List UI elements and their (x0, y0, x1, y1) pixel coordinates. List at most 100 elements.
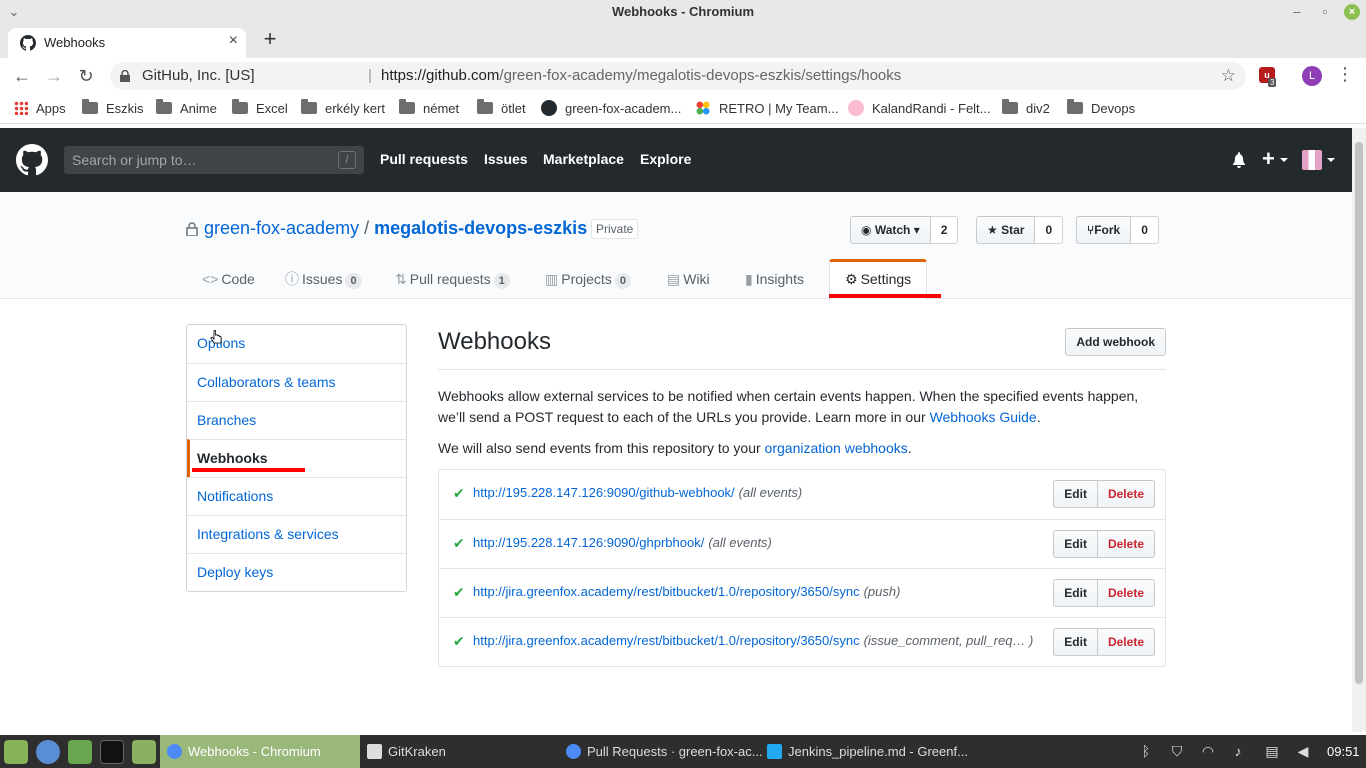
browser-menu-icon[interactable]: ⋮ (1336, 64, 1354, 85)
taskbar-window-gitkraken[interactable]: GitKraken (360, 735, 558, 768)
browser-tab[interactable]: Webhooks × (8, 28, 246, 58)
delete-button[interactable]: Delete (1097, 530, 1155, 558)
scrollbar-thumb[interactable] (1355, 142, 1363, 684)
tab-wiki[interactable]: ▤ Wiki (667, 259, 710, 299)
taskbar-window-pull-requests[interactable]: Pull Requests · green-fox-ac... (559, 735, 763, 768)
address-bar[interactable]: GitHub, Inc. [US] | https://github.com/g… (110, 62, 1246, 90)
notifications-bell-icon[interactable] (1232, 152, 1246, 168)
create-new-icon[interactable]: + (1262, 146, 1275, 172)
tab-close-icon[interactable]: × (229, 32, 238, 50)
nav-explore[interactable]: Explore (640, 151, 691, 167)
sidebar-item-notifications[interactable]: Notifications (187, 477, 406, 515)
nav-marketplace[interactable]: Marketplace (543, 151, 624, 167)
webhook-row: ✔ http://195.228.147.126:9090/ghprbhook/… (439, 519, 1165, 568)
sidebar-item-deploy-keys[interactable]: Deploy keys (187, 553, 406, 591)
terminal-icon[interactable] (100, 740, 124, 764)
bluetooth-icon[interactable]: ᛒ (1138, 743, 1154, 759)
maximize-icon[interactable]: ▫ (1315, 0, 1335, 24)
notifications-icon[interactable]: ♪ (1230, 743, 1246, 759)
eye-icon: ◉ (861, 223, 875, 237)
bookmark-kalandrandi[interactable]: KalandRandi - Felt... (848, 100, 991, 118)
edit-button[interactable]: Edit (1053, 530, 1098, 558)
star-label: Star (1001, 223, 1025, 237)
profile-avatar[interactable]: L (1302, 66, 1322, 86)
volume-icon[interactable]: ◀ (1295, 743, 1311, 759)
bookmark-retro[interactable]: RETRO | My Team... (695, 100, 838, 118)
delete-button[interactable]: Delete (1097, 579, 1155, 607)
minimize-icon[interactable]: – (1287, 0, 1307, 24)
bookmark-github[interactable]: green-fox-academ... (541, 100, 681, 118)
bookmark-folder[interactable]: Excel (232, 99, 288, 118)
taskbar-window-chromium[interactable]: Webhooks - Chromium (160, 735, 360, 768)
chromium-launcher-icon[interactable] (36, 740, 60, 764)
webhook-events: (issue_comment, pull_req… ) (863, 633, 1034, 648)
check-icon: ✔ (453, 584, 465, 600)
nav-issues[interactable]: Issues (484, 151, 528, 167)
clipboard-icon[interactable]: ▤ (1264, 743, 1280, 759)
apps-grid-icon (14, 101, 28, 115)
page-scrollbar[interactable] (1352, 128, 1366, 732)
fork-button[interactable]: ⑂Fork (1076, 216, 1132, 244)
forward-icon[interactable]: → (42, 64, 66, 88)
bookmark-folder[interactable]: Devops (1067, 99, 1135, 118)
bookmark-folder[interactable]: Anime (156, 99, 217, 118)
star-count[interactable]: 0 (1035, 216, 1064, 244)
bookmark-folder[interactable]: német (399, 99, 459, 118)
github-logo-icon[interactable] (16, 144, 48, 176)
url-text[interactable]: https://github.com/green-fox-academy/meg… (381, 62, 901, 90)
new-tab-button[interactable]: + (258, 26, 282, 52)
fork-count[interactable]: 0 (1131, 216, 1159, 244)
close-window-icon[interactable]: × (1344, 4, 1360, 20)
reload-icon[interactable]: ↻ (74, 64, 98, 88)
edit-button[interactable]: Edit (1053, 628, 1098, 656)
bookmark-folder[interactable]: erkély kert (301, 99, 385, 118)
sidebar-item-branches[interactable]: Branches (187, 401, 406, 439)
nav-pull-requests[interactable]: Pull requests (380, 151, 468, 167)
watch-button[interactable]: ◉ Watch ▾ (850, 216, 931, 244)
hand-cursor-icon (210, 330, 222, 344)
window-menu-icon[interactable]: ⌄ (4, 0, 24, 24)
clock[interactable]: 09:51 (1327, 735, 1360, 768)
webhook-row: ✔ http://jira.greenfox.academy/rest/bitb… (439, 568, 1165, 617)
shield-icon[interactable]: ⛉ (1169, 743, 1185, 759)
edit-button[interactable]: Edit (1053, 480, 1098, 508)
bookmark-folder[interactable]: Eszkis (82, 99, 144, 118)
webhook-url-link[interactable]: http://195.228.147.126:9090/github-webho… (473, 485, 802, 500)
webhooks-guide-link[interactable]: Webhooks Guide (930, 409, 1037, 425)
tab-pull-requests[interactable]: ⇅ Pull requests 1 (395, 259, 510, 299)
taskbar-window-vscode[interactable]: Jenkins_pipeline.md - Greenf... (760, 735, 968, 768)
tab-projects[interactable]: ▥ Projects 0 (545, 259, 631, 299)
bookmark-star-icon[interactable]: ☆ (1221, 62, 1236, 90)
webhook-url-link[interactable]: http://jira.greenfox.academy/rest/bitbuc… (473, 633, 1033, 648)
mint-menu-icon[interactable] (4, 740, 28, 764)
search-input[interactable]: Search or jump to… / (64, 146, 364, 174)
edit-button[interactable]: Edit (1053, 579, 1098, 607)
fork-label: Fork (1094, 223, 1121, 237)
bookmark-folder[interactable]: div2 (1002, 99, 1050, 118)
sidebar-item-integrations[interactable]: Integrations & services (187, 515, 406, 553)
files-icon[interactable] (132, 740, 156, 764)
tab-code[interactable]: <> Code (202, 259, 255, 299)
organization-webhooks-link[interactable]: organization webhooks (765, 440, 908, 456)
repo-header: green-fox-academy / megalotis-devops-esz… (0, 192, 1352, 300)
user-avatar[interactable] (1302, 150, 1322, 170)
show-desktop-icon[interactable] (68, 740, 92, 764)
repo-name-link[interactable]: megalotis-devops-eszkis (374, 218, 587, 238)
repo-owner-link[interactable]: green-fox-academy (204, 218, 359, 238)
bookmark-folder[interactable]: ötlet (477, 99, 526, 118)
delete-button[interactable]: Delete (1097, 628, 1155, 656)
delete-button[interactable]: Delete (1097, 480, 1155, 508)
webhook-url-link[interactable]: http://195.228.147.126:9090/ghprbhook/(a… (473, 535, 772, 550)
tab-issues[interactable]: ⓘ Issues 0 (285, 259, 362, 299)
wifi-icon[interactable]: ◠ (1200, 743, 1216, 759)
bookmark-apps[interactable]: Apps (14, 100, 66, 118)
sidebar-item-collaborators[interactable]: Collaborators & teams (187, 363, 406, 401)
watch-count[interactable]: 2 (930, 216, 959, 244)
back-icon[interactable]: ← (10, 64, 34, 88)
star-button[interactable]: ★ Star (976, 216, 1036, 244)
tab-insights[interactable]: ▮ Insights (745, 259, 804, 299)
note-text: We will also send events from this repos… (438, 440, 765, 456)
webhook-url-link[interactable]: http://jira.greenfox.academy/rest/bitbuc… (473, 584, 900, 599)
webhooks-panel: Webhooks Add webhook Webhooks allow exte… (438, 324, 1166, 667)
add-webhook-button[interactable]: Add webhook (1065, 328, 1166, 356)
